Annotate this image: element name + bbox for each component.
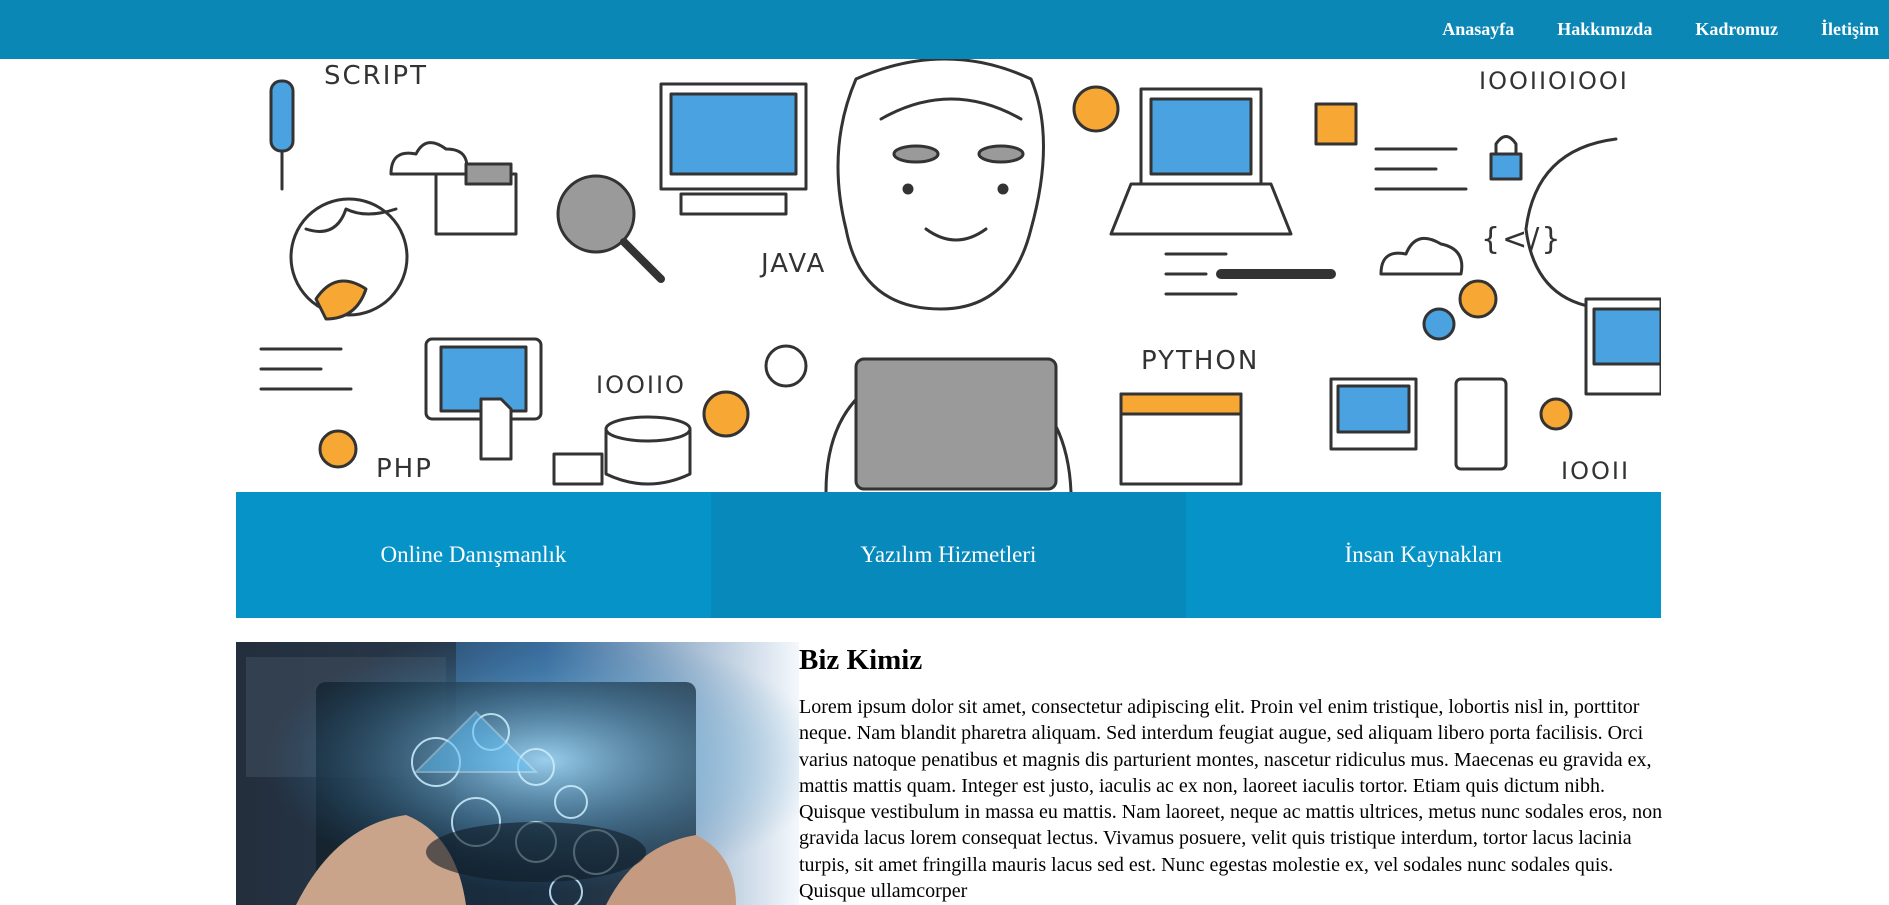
about-body: Lorem ipsum dolor sit amet, consectetur … [799,696,1663,903]
about-image [236,642,799,905]
tablet-technology-photo [236,642,799,905]
nav-menu: Anasayfa Hakkımızda Kadromuz İletişim [1399,0,1889,59]
binary-label-3: IOOII [1561,457,1630,485]
binary-label-2: IOOIIO [596,371,686,399]
top-navbar: Anasayfa Hakkımızda Kadromuz İletişim [0,0,1889,59]
script-label: SCRIPT [324,61,428,91]
service-human-resources[interactable]: İnsan Kaynakları [1186,492,1661,618]
nav-link-team[interactable]: Kadromuz [1695,19,1778,39]
hero-illustration: SCRIPT JAVA PYTHON PHP IOOIIOIOOI IOOIIO… [236,59,1661,492]
java-label: JAVA [759,249,826,279]
binary-label-1: IOOIIOIOOI [1479,67,1629,95]
service-software[interactable]: Yazılım Hizmetleri [711,492,1186,618]
code-tag-label: {</} [1481,222,1562,257]
python-label: PYTHON [1141,346,1259,376]
about-title: Biz Kimiz [799,644,923,676]
services-bar: Online Danışmanlık Yazılım Hizmetleri İn… [236,492,1661,618]
nav-link-home[interactable]: Anasayfa [1442,19,1514,39]
nav-link-about[interactable]: Hakkımızda [1557,19,1652,39]
nav-link-contact[interactable]: İletişim [1821,19,1879,39]
service-online-consulting[interactable]: Online Danışmanlık [236,492,711,618]
about-section: Biz Kimiz Lorem ipsum dolor sit amet, co… [799,642,1663,905]
php-label: PHP [376,454,433,484]
developer-illustration: SCRIPT JAVA PYTHON PHP IOOIIOIOOI IOOIIO… [259,59,1661,492]
